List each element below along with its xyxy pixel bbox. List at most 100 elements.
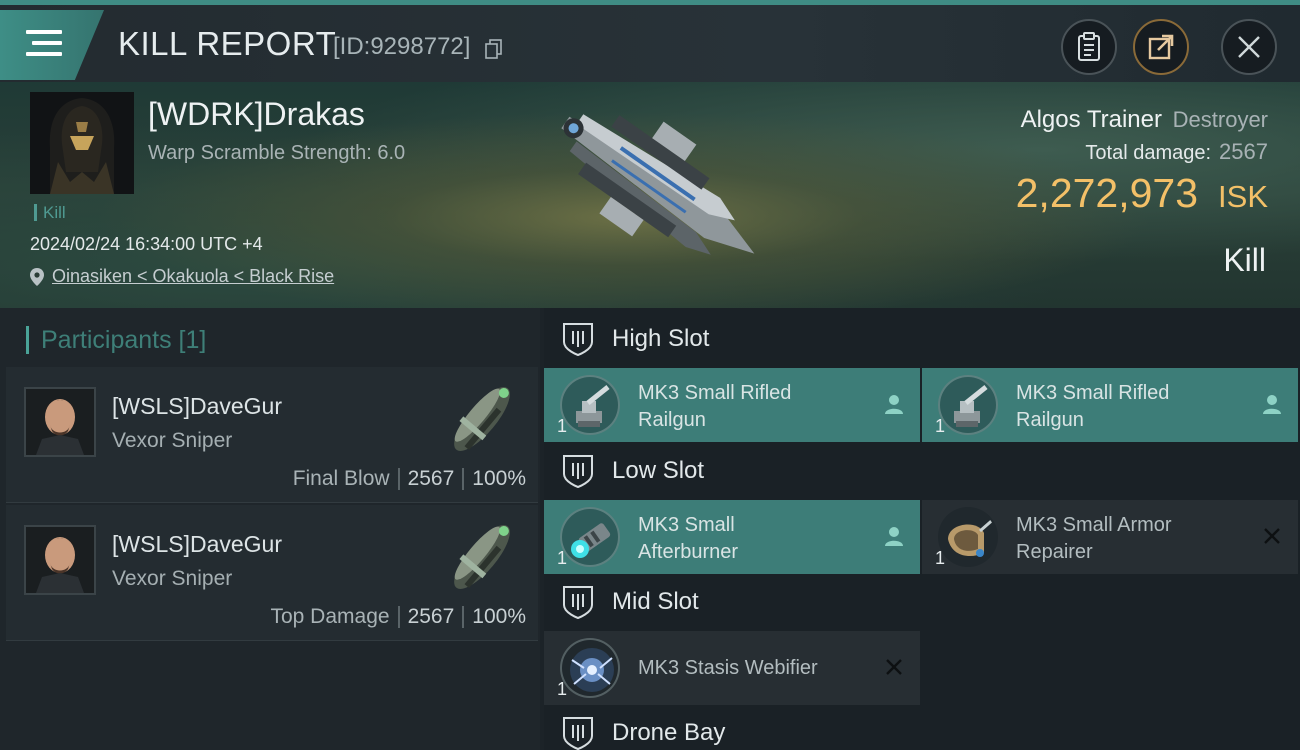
divider <box>462 606 465 628</box>
participants-heading: Participants [1] <box>26 326 206 354</box>
module-name-line: Repairer <box>1016 541 1093 563</box>
victim-name[interactable]: [WDRK]Drakas <box>148 96 365 133</box>
location-pin-icon <box>30 267 44 286</box>
close-icon <box>1238 36 1260 58</box>
pilot-icon <box>885 395 903 414</box>
module-name-line: Railgun <box>1016 409 1084 431</box>
kill-datetime: 2024/02/24 16:34:00 UTC +4 <box>30 234 263 254</box>
ship-class: Destroyer <box>1172 107 1268 132</box>
pilot-icon <box>1263 395 1281 414</box>
kill-summary-banner: [WDRK]Drakas Warp Scramble Strength: 6.0… <box>0 82 1300 308</box>
share-button[interactable] <box>1133 19 1189 75</box>
participant-percent: 100% <box>472 605 526 628</box>
slot-title: Drone Bay <box>612 719 726 746</box>
module-name: MK3 Small Armor Repairer <box>1016 512 1256 566</box>
participant-card[interactable]: [WSLS]DaveGur Vexor Sniper Top Damage 25… <box>6 505 538 641</box>
fitting-panel: High Slot 1 MK3 Small Rifled Railgun 1 M… <box>544 308 1300 750</box>
module-name-line: MK3 Small Rifled <box>1016 382 1170 404</box>
isk-unit: ISK <box>1218 179 1268 214</box>
module-name-line: MK3 Small Armor <box>1016 514 1172 536</box>
shield-slot-icon <box>563 323 593 356</box>
isk-value: 2,272,973 ISK <box>1016 170 1268 217</box>
module-name-line: Afterburner <box>638 541 739 563</box>
close-button[interactable] <box>1221 19 1277 75</box>
railgun-icon <box>560 375 620 435</box>
module-quantity: 1 <box>557 416 568 436</box>
railgun-icon <box>938 375 998 435</box>
copy-icon[interactable] <box>485 39 503 59</box>
participant-damage: 2567 <box>407 467 455 490</box>
victim-ship-image[interactable] <box>520 90 790 300</box>
slot-title: High Slot <box>612 325 710 352</box>
divider <box>462 468 465 490</box>
low-slot-heading: Low Slot <box>562 454 704 488</box>
module-name: MK3 Small Afterburner <box>638 512 878 566</box>
module-item[interactable]: 1 MK3 Small Armor Repairer <box>922 500 1298 574</box>
module-name: MK3 Small Rifled Railgun <box>638 380 878 434</box>
shield-slot-icon <box>563 717 593 750</box>
victim-portrait[interactable] <box>30 92 134 194</box>
participant-percent: 100% <box>472 467 526 490</box>
participant-ship-image[interactable] <box>436 373 528 465</box>
participant-role: Top Damage <box>270 605 390 628</box>
clipboard-button[interactable] <box>1061 19 1117 75</box>
participant-damage: 2567 <box>407 605 455 628</box>
participant-ship: Vexor Sniper <box>112 567 233 590</box>
warp-scramble-strength: Warp Scramble Strength: 6.0 <box>148 142 406 164</box>
module-name-line: MK3 Small Rifled <box>638 382 792 404</box>
page-title: KILL REPORT <box>118 25 337 62</box>
clipboard-icon <box>1078 32 1100 61</box>
total-damage-value: 2567 <box>1219 139 1268 164</box>
isk-amount: 2,272,973 <box>1015 170 1199 216</box>
participant-name[interactable]: [WSLS]DaveGur <box>112 393 282 420</box>
total-damage: Total damage: 2567 <box>1085 139 1268 165</box>
kill-location[interactable]: Oinasiken < Okakuola < Black Rise <box>30 266 334 287</box>
divider <box>397 606 400 628</box>
module-item[interactable]: 1 MK3 Small Rifled Railgun <box>544 368 920 442</box>
menu-button[interactable] <box>0 10 104 80</box>
kill-result: Kill <box>1223 242 1266 278</box>
location-link[interactable]: Oinasiken < Okakuola < Black Rise <box>52 266 334 287</box>
participant-role: Final Blow <box>292 467 390 490</box>
participant-stats: Top Damage 2567 100% <box>270 605 526 629</box>
module-item[interactable]: 1 MK3 Small Rifled Railgun <box>922 368 1298 442</box>
mid-slot-heading: Mid Slot <box>562 585 699 619</box>
total-damage-label: Total damage: <box>1085 142 1212 164</box>
kill-tag: Kill <box>34 204 66 221</box>
participants-panel: Participants [1] [WSLS]DaveGur Vexor Sni… <box>0 308 540 750</box>
slot-title: Low Slot <box>612 457 705 484</box>
module-name-line: Railgun <box>638 409 706 431</box>
slot-title: Mid Slot <box>612 588 699 615</box>
high-slot-heading: High Slot <box>562 322 709 356</box>
top-bar: KILL REPORT [ID:9298772] <box>0 0 1300 82</box>
armor-repairer-icon <box>938 507 998 567</box>
victim-ship: Algos Trainer Destroyer <box>1021 106 1268 134</box>
drone-bay-heading: Drone Bay <box>562 716 725 750</box>
module-quantity: 1 <box>935 416 946 436</box>
shield-slot-icon <box>563 455 593 488</box>
module-name: MK3 Small Rifled Railgun <box>1016 380 1256 434</box>
x-icon <box>1264 528 1280 544</box>
module-quantity: 1 <box>557 548 568 568</box>
participant-stats: Final Blow 2567 100% <box>293 467 526 491</box>
participant-ship: Vexor Sniper <box>112 429 233 452</box>
hamburger-icon <box>26 30 62 56</box>
participant-card[interactable]: [WSLS]DaveGur Vexor Sniper Final Blow 25… <box>6 367 538 503</box>
module-quantity: 1 <box>935 548 946 568</box>
x-icon <box>886 659 902 675</box>
participant-name[interactable]: [WSLS]DaveGur <box>112 531 282 558</box>
module-item[interactable]: 1 MK3 Small Afterburner <box>544 500 920 574</box>
report-id: [ID:9298772] <box>333 33 471 60</box>
module-name: MK3 Stasis Webifier <box>638 655 878 682</box>
module-item[interactable]: 1 MK3 Stasis Webifier <box>544 631 920 705</box>
module-name-line: MK3 Stasis Webifier <box>638 657 818 679</box>
divider <box>397 468 400 490</box>
participant-ship-image[interactable] <box>436 511 528 603</box>
avatar <box>24 387 96 457</box>
module-quantity: 1 <box>557 679 568 699</box>
afterburner-icon <box>560 507 620 567</box>
shield-slot-icon <box>563 586 593 619</box>
stasis-webifier-icon <box>560 638 620 698</box>
ship-name[interactable]: Algos Trainer <box>1021 106 1162 133</box>
share-icon <box>1148 34 1174 60</box>
